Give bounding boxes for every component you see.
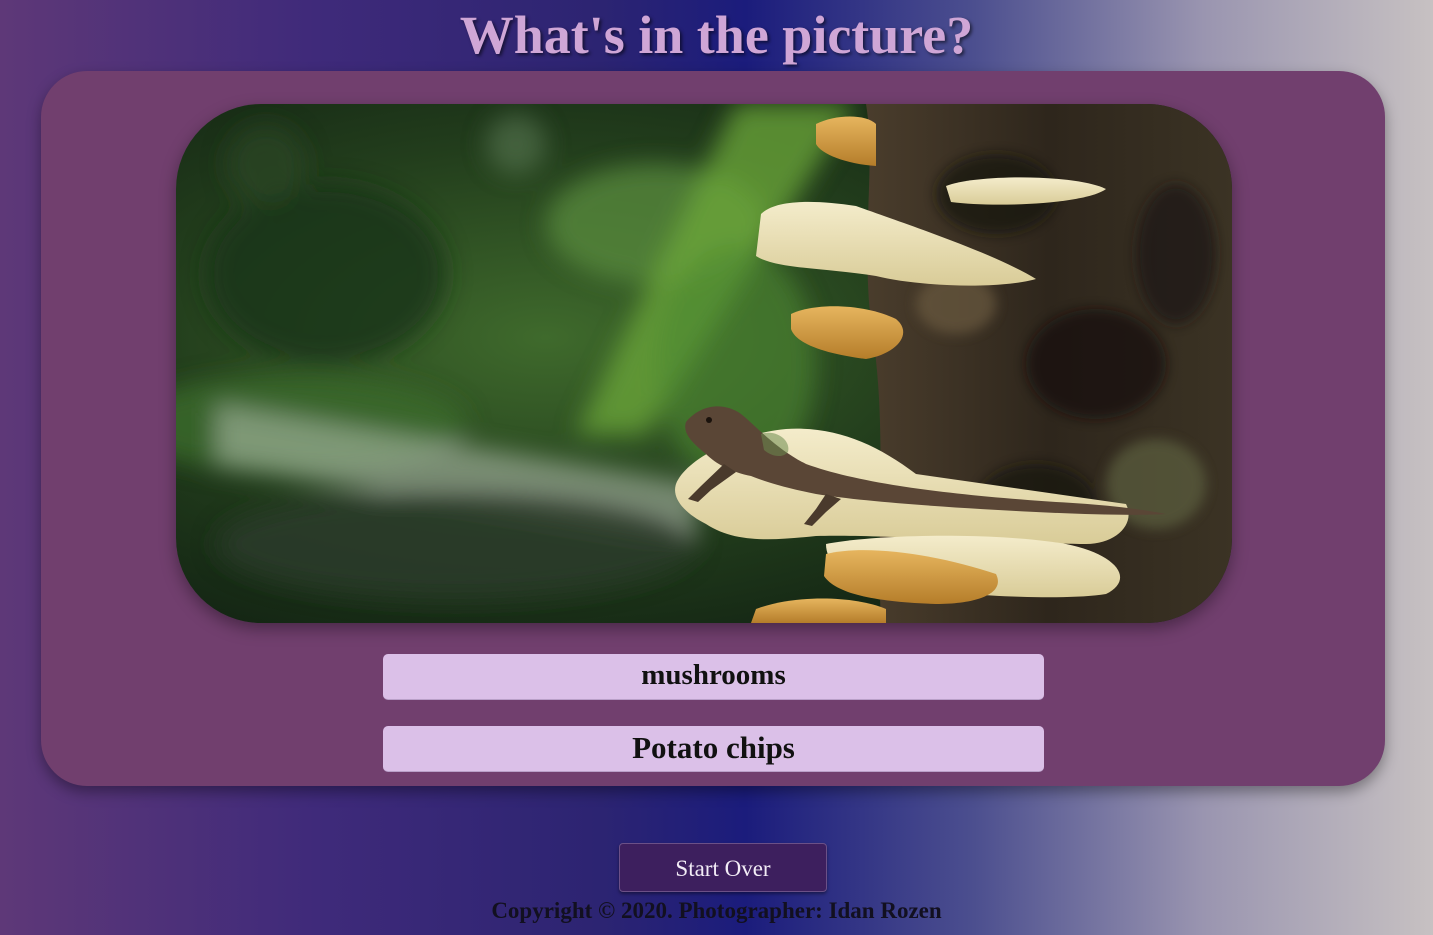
answer-button-potato-chips[interactable]: Potato chips — [383, 726, 1044, 772]
answer-button-mushrooms[interactable]: mushrooms — [383, 654, 1044, 700]
copyright-footer: Copyright © 2020. Photographer: Idan Roz… — [491, 898, 942, 923]
quiz-photo — [176, 104, 1232, 623]
page-title: What's in the picture? — [459, 5, 974, 65]
quiz-card: mushrooms Potato chips — [41, 71, 1385, 786]
start-over-button[interactable]: Start Over — [619, 843, 827, 892]
